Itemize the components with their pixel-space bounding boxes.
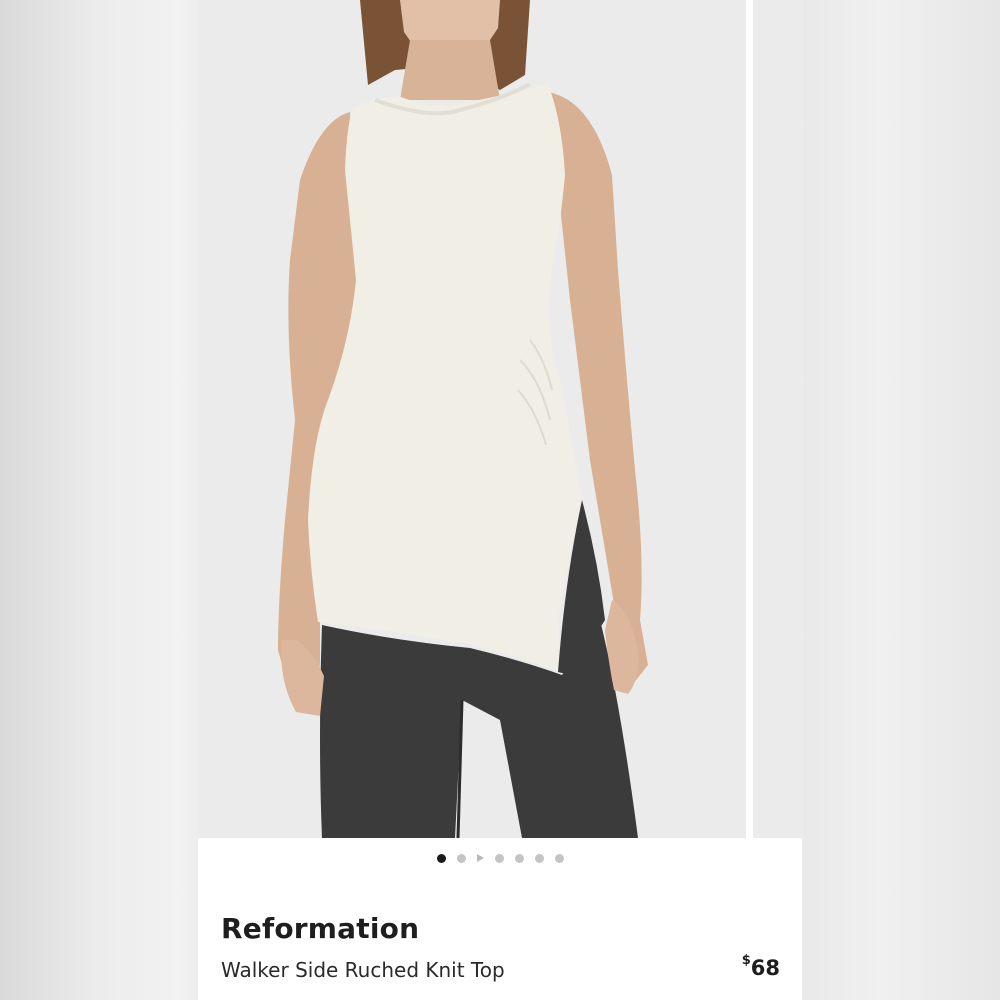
product-price: $68 <box>741 953 780 980</box>
carousel-slide-next-peek[interactable] <box>753 0 802 838</box>
currency-symbol: $ <box>741 953 751 968</box>
blurred-backdrop-right <box>803 0 1000 1000</box>
image-carousel[interactable] <box>198 0 802 838</box>
carousel-slide-current[interactable] <box>200 0 746 838</box>
pagination-dot[interactable] <box>534 853 544 863</box>
price-amount: 68 <box>750 956 780 980</box>
pagination-dot[interactable] <box>494 853 504 863</box>
carousel-slide-gap <box>746 0 753 838</box>
carousel-pagination <box>198 848 802 868</box>
video-play-icon[interactable] <box>476 854 484 862</box>
pagination-dot[interactable] <box>514 853 524 863</box>
brand-name[interactable]: Reformation <box>221 912 419 945</box>
pagination-dot[interactable] <box>456 853 466 863</box>
product-photo <box>200 0 746 838</box>
product-title: Walker Side Ruched Knit Top <box>221 958 505 982</box>
pagination-dot[interactable] <box>554 853 564 863</box>
product-card[interactable]: Reformation Walker Side Ruched Knit Top … <box>198 0 802 1000</box>
pagination-dot-active[interactable] <box>436 853 446 863</box>
